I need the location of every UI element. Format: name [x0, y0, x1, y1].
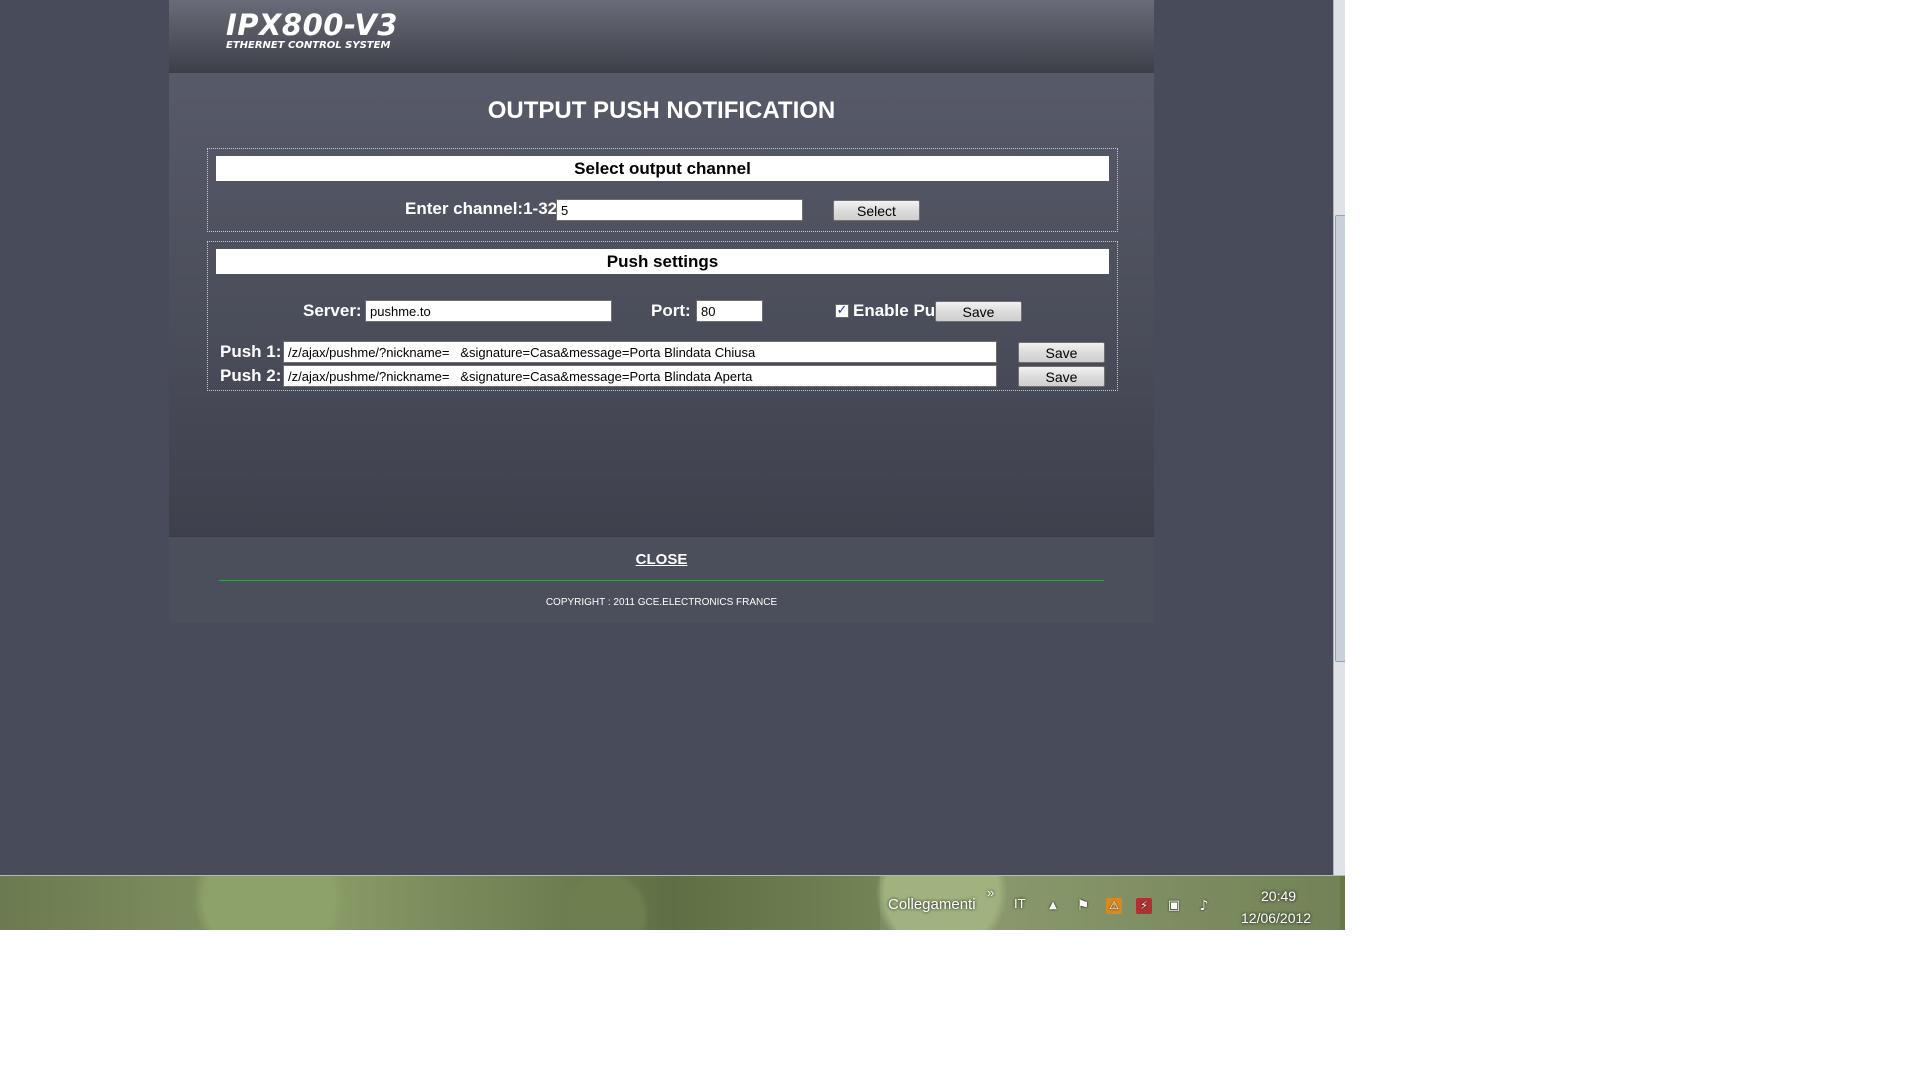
- push1-label: Push 1:: [220, 342, 282, 361]
- save-push-settings-button[interactable]: Save: [935, 301, 1022, 322]
- power-icon[interactable]: ⚡: [1136, 898, 1152, 914]
- browser-viewport: IPX800-V3 ETHERNET CONTROL SYSTEM OUTPUT…: [0, 0, 1345, 930]
- app-footer: CLOSE COPYRIGHT : 2011 GCE.ELECTRONICS F…: [169, 536, 1154, 623]
- logo-subtitle: ETHERNET CONTROL SYSTEM: [226, 40, 391, 51]
- copyright-text: COPYRIGHT : 2011 GCE.ELECTRONICS FRANCE: [545, 597, 778, 608]
- push-settings-section: Push settings Server: Port: ✓ Enable Pus…: [207, 241, 1118, 391]
- clock-date[interactable]: 12/06/2012: [1241, 910, 1311, 926]
- port-label: Port:: [651, 301, 691, 320]
- clock-time[interactable]: 20:49: [1261, 888, 1296, 904]
- network-icon[interactable]: ▣: [1166, 898, 1182, 914]
- notification-area: Collegamenti » IT ▲ ⚑ ⚠ ⚡ ▣ ♪ 20:49 12/0…: [880, 876, 1340, 930]
- channel-section-header: Select output channel: [216, 156, 1109, 181]
- antivirus-icon[interactable]: ⚠: [1106, 898, 1122, 914]
- app-header: IPX800-V3 ETHERNET CONTROL SYSTEM: [169, 0, 1154, 73]
- vertical-scrollbar[interactable]: [1333, 0, 1345, 875]
- push2-label: Push 2:: [220, 366, 282, 385]
- enable-push-checkbox[interactable]: ✓: [835, 304, 849, 318]
- toolbar-chevron-icon[interactable]: »: [987, 885, 994, 900]
- ipx800-logo: IPX800-V3 ETHERNET CONTROL SYSTEM: [226, 8, 398, 51]
- server-label: Server:: [303, 301, 362, 320]
- ipx800-panel: IPX800-V3 ETHERNET CONTROL SYSTEM OUTPUT…: [169, 0, 1154, 623]
- scrollbar-thumb[interactable]: [1335, 215, 1345, 662]
- show-hidden-icons-icon[interactable]: ▲: [1045, 898, 1061, 914]
- close-link[interactable]: CLOSE: [169, 551, 1154, 568]
- logo-title: IPX800-V3: [226, 8, 398, 42]
- push1-input[interactable]: [283, 341, 997, 363]
- taskbar: Collegamenti » IT ▲ ⚑ ⚠ ⚡ ▣ ♪ 20:49 12/0…: [0, 875, 1345, 930]
- push2-input[interactable]: [283, 365, 997, 387]
- main-content: OUTPUT PUSH NOTIFICATION Select output c…: [169, 73, 1154, 536]
- port-input[interactable]: [696, 300, 763, 322]
- push2-save-button[interactable]: Save: [1018, 366, 1105, 387]
- push-settings-header: Push settings: [216, 249, 1109, 274]
- volume-icon[interactable]: ♪: [1196, 898, 1212, 914]
- push1-save-button[interactable]: Save: [1018, 342, 1105, 363]
- links-toolbar[interactable]: Collegamenti: [888, 896, 976, 913]
- language-indicator[interactable]: IT: [1014, 896, 1026, 911]
- channel-input[interactable]: [556, 199, 803, 221]
- page-title: OUTPUT PUSH NOTIFICATION: [487, 97, 836, 124]
- select-button[interactable]: Select: [833, 200, 920, 221]
- channel-label: Enter channel:1-32: [405, 199, 558, 218]
- footer-divider: [219, 580, 1104, 581]
- server-input[interactable]: [365, 300, 612, 322]
- action-center-flag-icon[interactable]: ⚑: [1075, 898, 1091, 914]
- channel-section: Select output channel Enter channel:1-32…: [207, 148, 1118, 232]
